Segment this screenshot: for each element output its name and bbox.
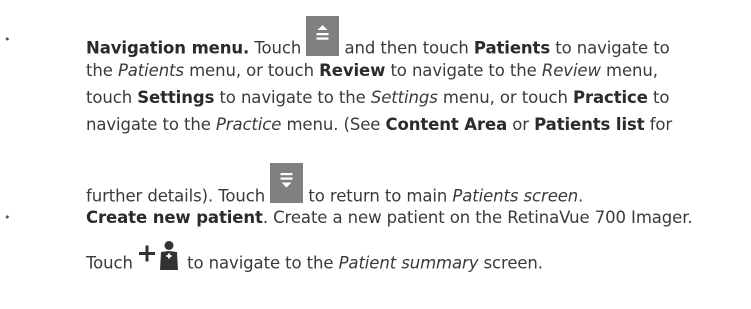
bullet: • [4, 211, 11, 224]
expand-menu-icon [306, 16, 340, 56]
paragraph-line: Create new patient. Create a new patient… [86, 208, 693, 227]
paragraph-line: Touch to navigate to the Patient summary… [86, 241, 543, 282]
section-title: Navigation menu. [86, 38, 250, 58]
bullet: • [4, 33, 11, 46]
paragraph-line: the Patients menu, or touch Review to na… [86, 61, 658, 80]
collapse-menu-icon [270, 163, 304, 203]
paragraph-line: touch Settings to navigate to the Settin… [86, 88, 670, 107]
paragraph-line: navigate to the Practice menu. (See Cont… [86, 115, 673, 134]
section-title: Create new patient [86, 208, 263, 227]
add-patient-icon [138, 241, 182, 277]
